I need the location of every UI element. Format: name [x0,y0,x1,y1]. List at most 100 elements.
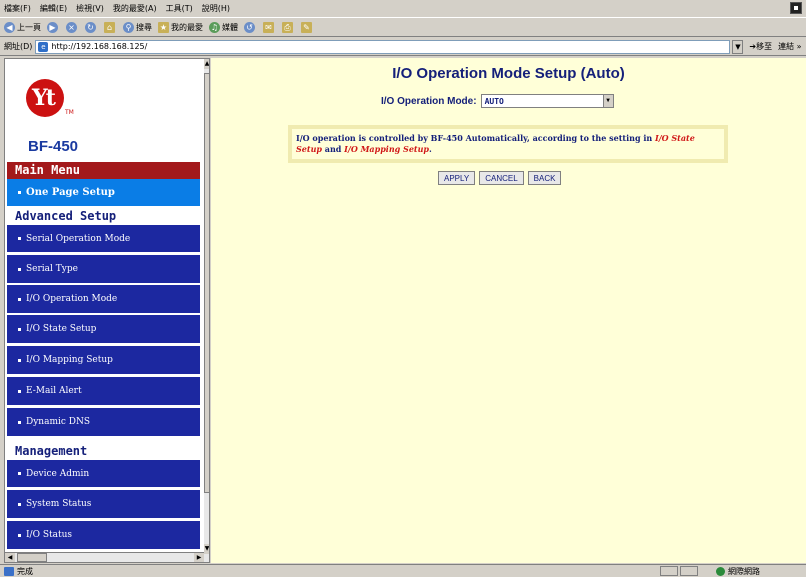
bullet-icon [18,533,21,537]
home-button[interactable]: ⌂ [104,21,117,33]
nav-label: System Status [26,499,92,509]
history-icon: ↺ [244,21,255,33]
nav-email-alert[interactable]: E-Mail Alert [7,377,200,405]
ie-page-icon: e [38,41,49,52]
globe-icon [716,567,725,576]
scroll-right-icon[interactable]: ▶ [194,553,204,562]
info-text-1: I/O operation is controlled by BF-450 Au… [296,133,655,143]
bullet-icon [18,297,21,301]
back-page-button[interactable]: BACK [527,171,562,185]
nav-serial-type[interactable]: Serial Type [7,255,200,283]
nav-label: I/O Status [26,530,73,540]
windows-logo-icon [790,2,802,14]
bullet-icon [18,502,21,506]
nav-label: One Page Setup [26,187,115,198]
bullet-icon [18,237,21,240]
bullet-icon [18,191,21,194]
nav-io-operation-mode[interactable]: I/O Operation Mode [7,285,200,313]
refresh-icon: ↻ [85,21,96,33]
stop-button[interactable]: × [66,21,79,33]
print-button[interactable]: ⎙ [282,21,295,33]
media-icon: ♫ [209,21,220,33]
history-button[interactable]: ↺ [244,21,257,33]
nav-label: E-Mail Alert [26,386,82,396]
bullet-icon [18,472,21,475]
nav-label: Device Admin [26,468,90,479]
advanced-setup-header: Advanced Setup [7,208,200,225]
go-label: 移至 [756,42,773,51]
favorites-label: 我的最愛 [171,22,203,32]
hscroll-thumb[interactable] [17,553,47,562]
info-text-3: . [429,144,432,154]
nav-io-status[interactable]: I/O Status [7,521,200,549]
nav-serial-operation-mode[interactable]: Serial Operation Mode [7,225,200,252]
zone-label: 網際網路 [728,567,760,576]
bullet-icon [18,420,21,424]
back-label: 上一頁 [17,22,41,32]
scroll-left-icon[interactable]: ◀ [5,553,15,562]
edit-icon: ✎ [301,21,312,33]
address-bar: 網址(D) e http://192.168.168.125/ ▼ ➔移至 連結… [0,38,806,56]
io-mapping-setup-link[interactable]: I/O Mapping Setup [344,144,429,154]
search-label: 搜尋 [136,22,152,32]
status-text: 完成 [17,566,33,576]
forward-button[interactable]: ▶ [47,21,60,33]
content-frame: I/O Operation Mode Setup (Auto) I/O Oper… [211,58,806,563]
menu-help[interactable]: 說明(H) [202,3,230,14]
mail-button[interactable]: ✉ [263,21,276,33]
nav-system-status[interactable]: System Status [7,490,200,518]
nav-label: I/O State Setup [26,324,97,334]
vertical-scrollbar[interactable]: ▲ ▼ [204,59,209,562]
nav-label: Serial Type [26,264,78,274]
mode-value: AUTO [484,96,504,106]
search-button[interactable]: ⚲ 搜尋 [123,21,152,33]
status-panes [660,566,700,576]
media-label: 媒體 [222,22,238,32]
menu-favorites[interactable]: 我的最愛(A) [113,3,157,14]
apply-button[interactable]: APPLY [438,171,476,185]
page-title: I/O Operation Mode Setup (Auto) [392,65,625,82]
bullet-icon [18,327,21,331]
cancel-button[interactable]: CANCEL [479,171,524,185]
nav-io-state-setup[interactable]: I/O State Setup [7,315,200,343]
favorites-button[interactable]: ★ 我的最愛 [158,21,203,33]
menu-file[interactable]: 檔案(F) [4,3,31,14]
go-button[interactable]: ➔移至 [749,41,772,52]
nav-one-page-setup[interactable]: One Page Setup [7,179,200,206]
home-icon: ⌂ [104,21,115,33]
links-button[interactable]: 連結 » [778,41,801,52]
browser-window: 檔案(F) 編輯(E) 檢視(V) 我的最愛(A) 工具(T) 說明(H) ◀ 上… [0,0,806,577]
scroll-thumb[interactable] [204,73,209,493]
status-pane [660,566,678,576]
logo-letters: Yt [32,85,56,111]
stop-icon: × [66,21,77,33]
back-button[interactable]: ◀ 上一頁 [4,21,41,33]
nav-dynamic-dns[interactable]: Dynamic DNS [7,408,200,436]
media-button[interactable]: ♫ 媒體 [209,21,238,33]
back-arrow-icon: ◀ [4,21,15,33]
status-pane [680,566,698,576]
main-menu-header: Main Menu [7,162,200,179]
menu-view[interactable]: 檢視(V) [76,3,104,14]
nav-io-mapping-setup[interactable]: I/O Mapping Setup [7,346,200,374]
address-url: http://192.168.168.125/ [51,42,148,51]
edit-button[interactable]: ✎ [301,21,314,33]
scroll-down-icon[interactable]: ▼ [204,544,209,554]
mode-label: I/O Operation Mode: [381,95,477,107]
nav-label: I/O Operation Mode [26,294,118,304]
nav-label: Serial Operation Mode [26,233,131,244]
io-mode-select[interactable]: AUTO ▼ [480,94,614,108]
address-dropdown-button[interactable]: ▼ [732,39,744,54]
address-label: 網址(D) [4,42,33,51]
info-text-2: and [321,144,345,154]
nav-device-admin[interactable]: Device Admin [7,460,200,487]
refresh-button[interactable]: ↻ [85,21,98,33]
address-input[interactable]: e http://192.168.168.125/ [35,39,731,54]
security-zone: 網際網路 [716,566,760,577]
horizontal-scrollbar[interactable]: ◀ ▶ [5,552,204,562]
menu-edit[interactable]: 編輯(E) [40,3,67,14]
scroll-up-icon[interactable]: ▲ [204,59,209,69]
menu-tools[interactable]: 工具(T) [166,3,193,14]
browser-toolbar: ◀ 上一頁 ▶ × ↻ ⌂ ⚲ 搜尋 ★ 我的最愛 ♫ 媒體 ↺ ✉ ⎙ ✎ [0,17,806,37]
nav-label: I/O Mapping Setup [26,355,113,365]
